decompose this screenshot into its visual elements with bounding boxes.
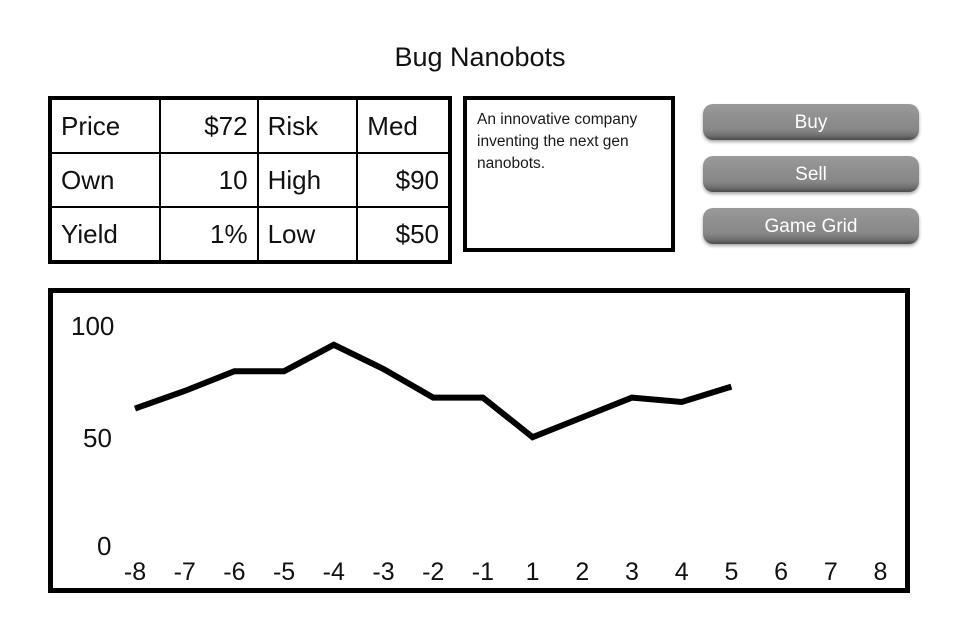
price-chart: 0 50 100 -8 -7 -6 -5 -4 -3 -2 -1 1 2 3 4 5 6 7 8 xyxy=(48,288,910,593)
x-axis-tick-label: -7 xyxy=(174,558,196,586)
table-row: Yield 1% Low $50 xyxy=(49,206,451,263)
table-row: Own 10 High $90 xyxy=(49,152,451,208)
table-cell: $90 xyxy=(356,152,451,208)
x-axis-tick-labels: -8 -7 -6 -5 -4 -3 -2 -1 1 2 3 4 5 6 7 8 xyxy=(124,558,888,586)
x-axis-tick-label: -6 xyxy=(223,558,245,586)
y-axis-tick-label: 0 xyxy=(97,531,111,561)
y-axis-tick-label: 50 xyxy=(83,423,112,453)
table-cell: 1% xyxy=(159,206,259,263)
x-axis-tick-label: -3 xyxy=(372,558,394,586)
table-cell: 10 xyxy=(159,152,259,208)
table-cell: Price xyxy=(49,97,161,154)
x-axis-tick-label: -1 xyxy=(472,558,494,586)
table-cell: Risk xyxy=(256,97,359,154)
x-axis-tick-label: -2 xyxy=(422,558,444,586)
price-line-series xyxy=(133,341,733,441)
table-cell: Low xyxy=(256,206,359,263)
x-axis-tick-label: 8 xyxy=(874,558,888,586)
sell-button[interactable]: Sell xyxy=(703,156,919,192)
buy-button[interactable]: Buy xyxy=(703,104,919,140)
stats-table: Price $72 Risk Med Own 10 High $90 Yield 1% Low $50 xyxy=(48,96,452,264)
x-axis-tick-label: 4 xyxy=(675,558,689,586)
description-box: An innovative company inventing the next… xyxy=(463,96,675,252)
x-axis-tick-label: 1 xyxy=(526,558,540,586)
x-axis-tick-label: -4 xyxy=(323,558,345,586)
x-axis-tick-label: 7 xyxy=(824,558,838,586)
x-axis-tick-label: 5 xyxy=(724,558,738,586)
table-cell: $50 xyxy=(356,206,451,263)
description-text: An innovative company inventing the next… xyxy=(477,111,638,172)
x-axis-tick-label: 2 xyxy=(575,558,589,586)
x-axis-tick-label: 6 xyxy=(774,558,788,586)
y-axis-tick-labels: 0 50 100 xyxy=(71,311,114,561)
action-button-group: Buy Sell Game Grid xyxy=(703,104,919,244)
page-title: Bug Nanobots xyxy=(394,42,566,73)
table-cell: Med xyxy=(356,97,451,154)
table-cell: Own xyxy=(49,152,161,208)
x-axis-tick-label: -5 xyxy=(273,558,295,586)
table-cell: High xyxy=(256,152,359,208)
table-cell: Yield xyxy=(49,206,161,263)
game-grid-button[interactable]: Game Grid xyxy=(703,208,919,244)
x-axis-tick-label: 3 xyxy=(625,558,639,586)
price-chart-plot: 0 50 100 -8 -7 -6 -5 -4 -3 -2 -1 1 2 3 4 5 6 7 8 xyxy=(71,311,888,586)
table-row: Price $72 Risk Med xyxy=(49,97,451,154)
table-cell: $72 xyxy=(159,97,259,154)
x-axis-tick-label: -8 xyxy=(124,558,146,586)
y-axis-tick-label: 100 xyxy=(71,311,114,341)
